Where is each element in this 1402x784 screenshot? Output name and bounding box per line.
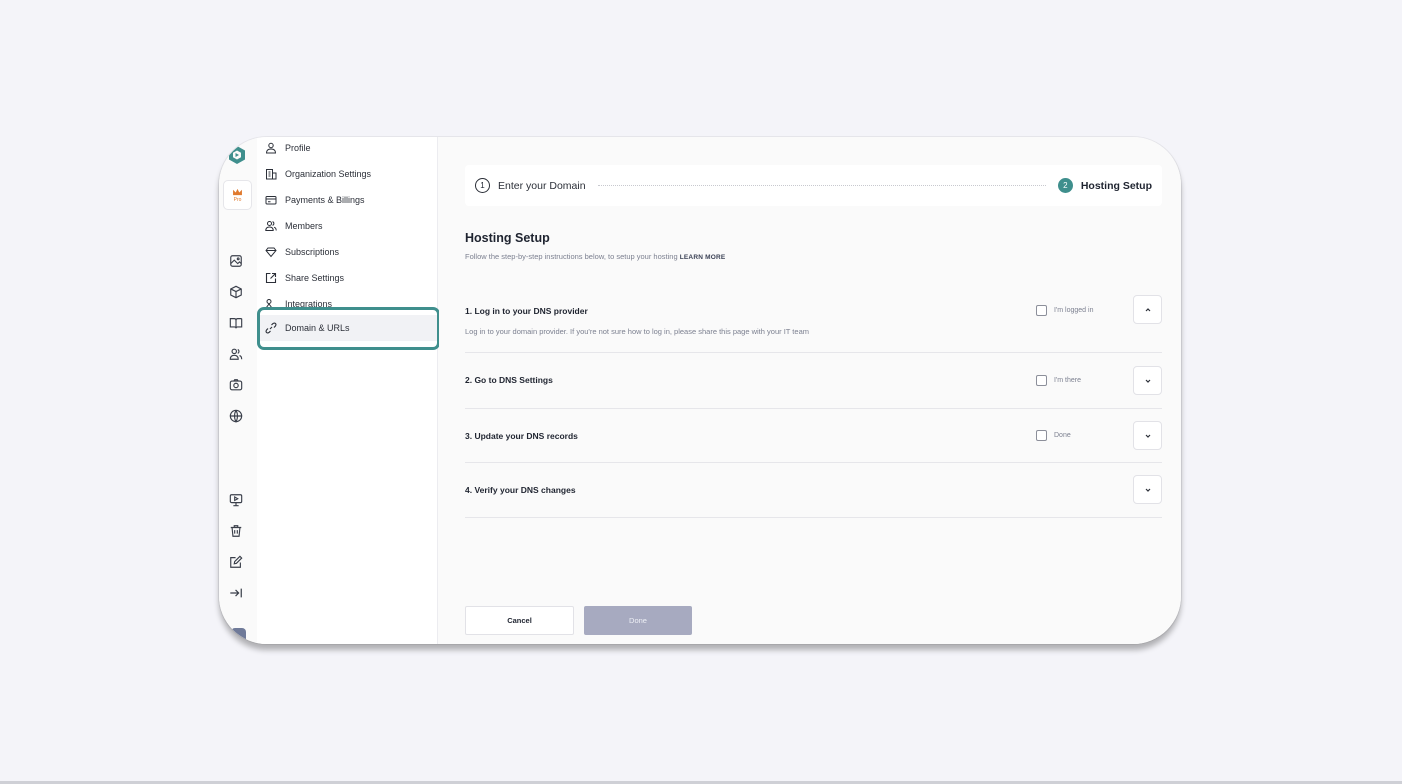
card-icon — [265, 196, 277, 205]
done-checkbox[interactable]: Done — [1036, 430, 1071, 441]
sidebar-item-label: Organization Settings — [285, 169, 372, 179]
checkbox-box[interactable] — [1036, 430, 1047, 441]
step-title: 1. Log in to your DNS provider — [465, 306, 588, 316]
sidebar-item-label: Share Settings — [285, 273, 345, 283]
sidebar-item-label: Payments & Billings — [285, 195, 365, 205]
cube-icon[interactable] — [228, 284, 244, 300]
checkbox-box[interactable] — [1036, 375, 1047, 386]
logged-in-checkbox[interactable]: I'm logged in — [1036, 305, 1093, 316]
collapse-icon[interactable] — [228, 585, 244, 601]
page-subtitle-text: Follow the step-by-step instructions bel… — [465, 252, 678, 261]
collapse-step-button[interactable] — [1133, 295, 1162, 324]
main-content: 1 Enter your Domain 2 Hosting Setup Host… — [439, 137, 1181, 644]
expand-step-button[interactable] — [1133, 475, 1162, 504]
step-2-number: 2 — [1057, 178, 1073, 193]
done-button[interactable]: Done — [584, 606, 692, 635]
step-2-label[interactable]: Hosting Setup — [1081, 180, 1152, 192]
users-icon[interactable] — [228, 346, 244, 362]
page-title: Hosting Setup — [465, 231, 550, 245]
step-1-number: 1 — [475, 178, 490, 193]
sidebar-item-share-settings[interactable]: Share Settings — [257, 265, 437, 291]
pro-label: Pro — [233, 196, 242, 203]
checkbox-box[interactable] — [1036, 305, 1047, 316]
step-title: 4. Verify your DNS changes — [465, 485, 576, 495]
share-icon — [265, 272, 277, 284]
step-row-2: 2. Go to DNS Settings I'm there — [465, 353, 1162, 409]
checkbox-label: I'm logged in — [1054, 307, 1094, 314]
step-row-1: 1. Log in to your DNS provider Log in to… — [465, 295, 1162, 353]
user-avatar[interactable] — [231, 628, 246, 644]
chevron-up-icon — [1145, 307, 1150, 311]
step-title: 3. Update your DNS records — [465, 431, 578, 441]
chevron-down-icon — [1145, 434, 1150, 438]
building-icon — [266, 169, 277, 180]
stepper: 1 Enter your Domain 2 Hosting Setup — [465, 165, 1162, 206]
cancel-button[interactable]: Cancel — [465, 606, 574, 635]
settings-sidebar: Profile Organization Settings Payments &… — [257, 137, 438, 644]
icon-rail: Pro — [219, 137, 257, 644]
sidebar-item-label: Integrations — [285, 299, 333, 309]
sidebar-item-label: Members — [285, 221, 323, 231]
step-1-label[interactable]: Enter your Domain — [498, 180, 586, 192]
checkbox-label: Done — [1054, 432, 1071, 439]
edit-icon[interactable] — [228, 554, 244, 570]
trash-icon[interactable] — [228, 523, 244, 539]
sidebar-item-integrations[interactable]: Integrations — [257, 291, 437, 317]
sidebar-item-label: Profile — [285, 143, 311, 153]
sidebar-item-subscriptions[interactable]: Subscriptions — [257, 239, 437, 265]
expand-step-button[interactable] — [1133, 421, 1162, 450]
im-there-checkbox[interactable]: I'm there — [1036, 375, 1081, 386]
sidebar-item-organization-settings[interactable]: Organization Settings — [257, 161, 437, 187]
step-row-4: 4. Verify your DNS changes — [465, 463, 1162, 518]
checkbox-label: I'm there — [1054, 377, 1082, 384]
step-description: Log in to your domain provider. If you'r… — [465, 327, 809, 336]
globe-icon[interactable] — [228, 408, 244, 424]
members-icon — [265, 221, 277, 231]
link-icon — [265, 322, 277, 334]
expand-step-button[interactable] — [1133, 366, 1162, 395]
app-window: Pro Profile Organization Settings Paymen… — [219, 137, 1181, 644]
sidebar-item-profile[interactable]: Profile — [257, 137, 437, 161]
pro-badge[interactable]: Pro — [223, 180, 252, 210]
crown-icon — [233, 188, 242, 195]
step-row-3: 3. Update your DNS records Done — [465, 409, 1162, 463]
learn-more-link[interactable]: LEARN MORE — [680, 254, 726, 261]
book-icon[interactable] — [228, 315, 244, 331]
chevron-down-icon — [1145, 488, 1150, 492]
image-icon[interactable] — [228, 253, 244, 269]
presentation-icon[interactable] — [228, 492, 244, 508]
stepper-connector — [597, 185, 1046, 186]
user-icon — [265, 142, 277, 154]
page-subtitle: Follow the step-by-step instructions bel… — [465, 252, 725, 261]
step-title: 2. Go to DNS Settings — [465, 375, 553, 385]
chevron-down-icon — [1145, 379, 1150, 383]
sidebar-item-label: Subscriptions — [285, 247, 340, 257]
sidebar-item-domain-urls[interactable]: Domain & URLs — [257, 315, 437, 341]
logo-icon[interactable] — [227, 145, 247, 165]
camera-icon[interactable] — [228, 377, 244, 393]
sidebar-item-members[interactable]: Members — [257, 213, 437, 239]
sidebar-item-label: Domain & URLs — [285, 323, 350, 333]
diamond-icon — [265, 247, 277, 258]
integrations-icon — [265, 299, 273, 309]
sidebar-item-payments-billings[interactable]: Payments & Billings — [257, 187, 437, 213]
